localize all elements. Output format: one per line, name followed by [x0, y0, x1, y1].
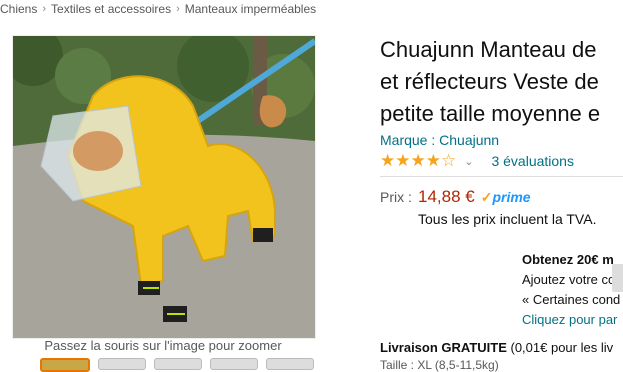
star-rating[interactable]: ★★★★☆	[380, 151, 456, 171]
star-empty-icon: ☆	[441, 151, 457, 170]
breadcrumb-item[interactable]: Textiles et accessoires	[51, 2, 171, 16]
zoom-hint: Passez la souris sur l'image pour zoomer	[44, 338, 282, 353]
promo-box: Obtenez 20€ m Ajoutez votre co « Certain…	[522, 250, 620, 330]
breadcrumb-item[interactable]: Chiens	[0, 2, 37, 16]
rating-row: ★★★★☆ ⌄ 3 évaluations	[380, 151, 574, 171]
dog-raincoat-photo	[13, 36, 315, 338]
thumbnail[interactable]	[210, 358, 258, 370]
promo-scroll-handle	[612, 264, 623, 292]
breadcrumb-separator: ›	[42, 3, 47, 15]
prime-label: prime	[492, 189, 531, 205]
promo-link[interactable]: Cliquez pour par	[522, 312, 617, 327]
thumbnail[interactable]	[98, 358, 146, 370]
price-value: 14,88 €	[418, 187, 475, 206]
title-line: Chuajunn Manteau de	[380, 37, 597, 62]
price-row: Prix : 14,88 € ✓prime	[380, 187, 531, 207]
promo-text: « Certaines cond	[522, 292, 621, 307]
thumbnail-strip	[40, 358, 314, 372]
breadcrumb-item[interactable]: Manteaux imperméables	[185, 2, 316, 16]
price-label: Prix :	[380, 189, 412, 205]
thumbnail[interactable]	[40, 358, 90, 372]
product-title: Chuajunn Manteau de et réflecteurs Veste…	[380, 34, 600, 130]
check-icon: ✓	[480, 189, 493, 205]
brand-line: Marque : Chuajunn	[380, 132, 499, 148]
delivery-detail: (0,01€ pour les liv	[506, 340, 614, 355]
title-line: petite taille moyenne e	[380, 101, 601, 126]
thumbnail[interactable]	[266, 358, 314, 370]
delivery-label: Livraison GRATUITE	[380, 340, 507, 355]
promo-text: Ajoutez votre co	[522, 272, 616, 287]
star-full-icon: ★	[380, 151, 396, 170]
size-line: Taille : XL (8,5-11,5kg)	[380, 358, 499, 372]
star-full-icon: ★	[425, 151, 441, 170]
promo-headline: Obtenez 20€ m	[522, 252, 614, 267]
breadcrumb-separator: ›	[176, 3, 180, 15]
rating-count-link[interactable]: 3 évaluations	[491, 153, 574, 169]
prime-badge: ✓prime	[481, 189, 531, 206]
brand-link[interactable]: Marque : Chuajunn	[380, 132, 499, 148]
delivery-line: Livraison GRATUITE (0,01€ pour les liv	[380, 340, 613, 355]
breadcrumb: Chiens › Textiles et accessoires › Mante…	[0, 0, 316, 18]
star-full-icon: ★	[395, 151, 411, 170]
star-full-icon: ★	[410, 151, 426, 170]
title-line: et réflecteurs Veste de	[380, 69, 599, 94]
tax-note: Tous les prix incluent la TVA.	[418, 211, 597, 227]
chevron-down-icon[interactable]: ⌄	[464, 155, 473, 168]
divider	[380, 176, 623, 177]
product-image[interactable]	[12, 35, 316, 339]
thumbnail[interactable]	[154, 358, 202, 370]
